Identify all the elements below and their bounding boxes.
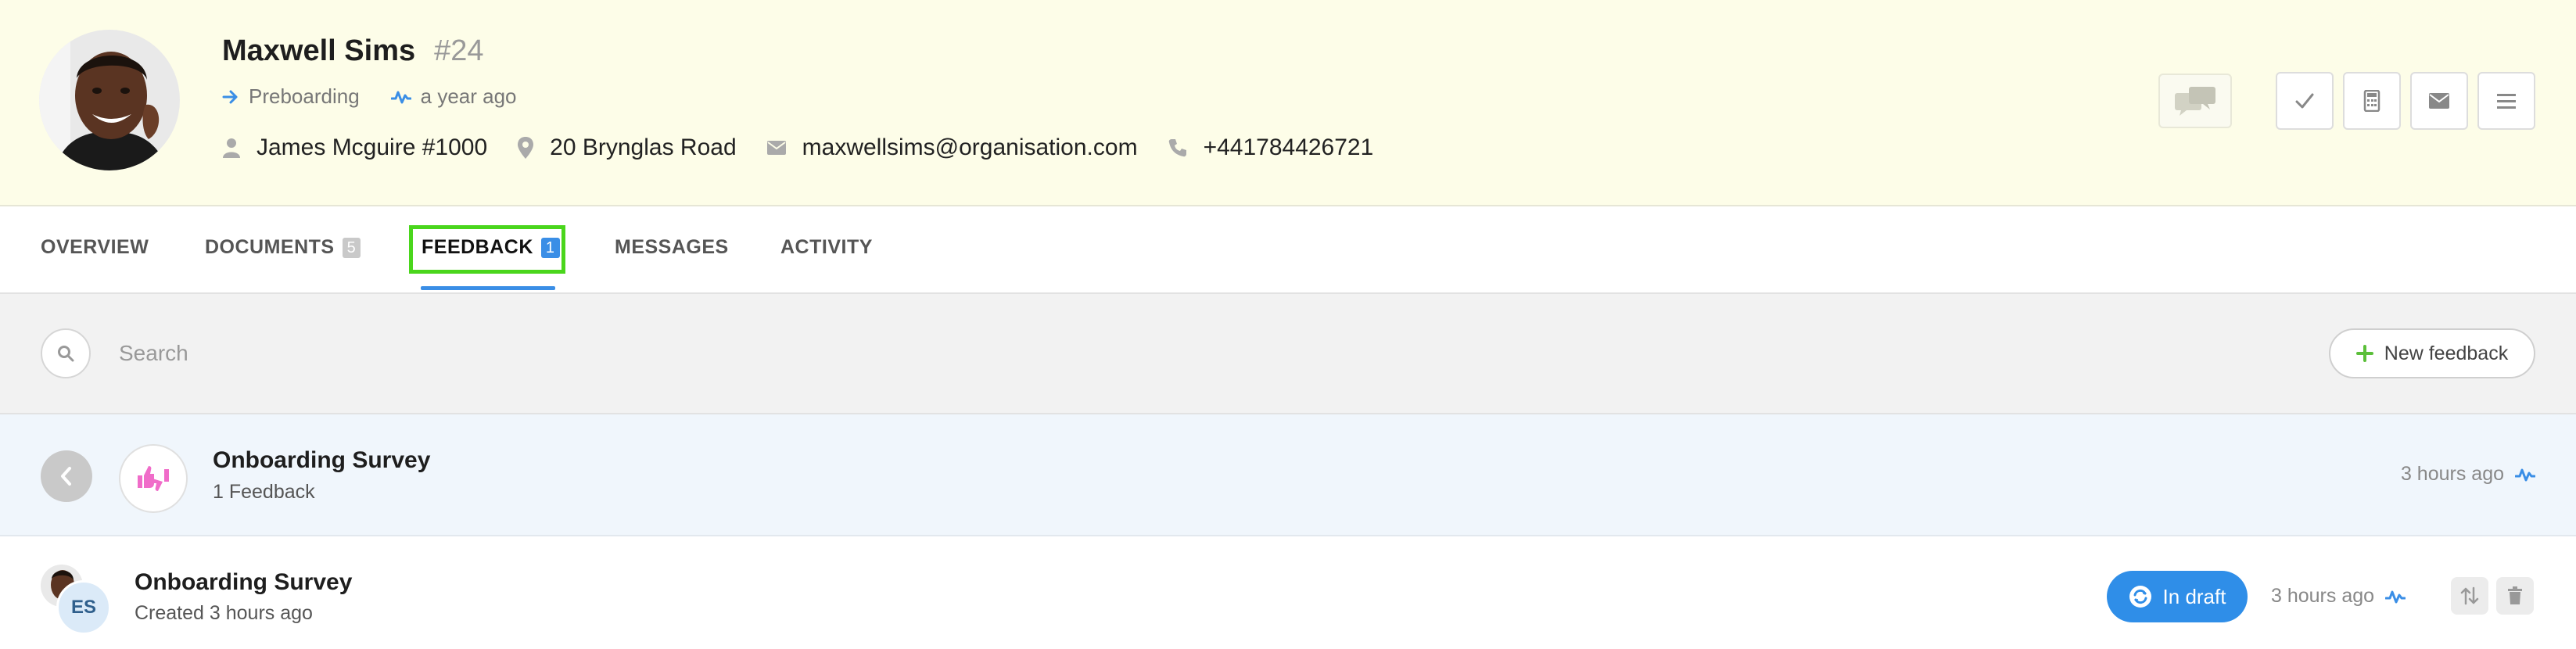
count-badge: 1 [540, 237, 560, 258]
calculator-icon [2363, 90, 2380, 112]
tab-feedback[interactable]: FEEDBACK 1 [422, 236, 560, 259]
tab-documents[interactable]: DOCUMENTS 5 [205, 236, 361, 259]
status-label: In draft [2162, 584, 2226, 608]
tab-label: OVERVIEW [41, 236, 149, 258]
sort-icon [2459, 586, 2480, 606]
calculator-button[interactable] [2343, 72, 2401, 130]
feedback-time-text: 3 hours ago [2271, 585, 2375, 607]
feedback-time: 3 hours ago [2271, 585, 2406, 608]
phone[interactable]: +441784426721 [1168, 134, 1374, 161]
manager[interactable]: James Mcguire #1000 [222, 134, 487, 161]
profile-name: Maxwell Sims [222, 34, 416, 67]
user-icon [222, 137, 241, 159]
tab-activity[interactable]: ACTIVITY [780, 236, 873, 259]
last-activity: a year ago [390, 84, 517, 109]
status-badge[interactable]: In draft [2107, 571, 2248, 622]
profile-name-line: Maxwell Sims #24 [222, 34, 484, 68]
menu-icon [2496, 92, 2517, 109]
plus-icon [2355, 345, 2373, 362]
chevron-left-icon [58, 466, 75, 486]
feedback-title: Onboarding Survey [135, 569, 353, 595]
survey-subtitle: 1 Feedback [213, 481, 315, 503]
tab-bar: OVERVIEW DOCUMENTS 5 FEEDBACK 1 MESSAGES… [0, 206, 2576, 294]
manager-name: James Mcguire #1000 [257, 134, 488, 160]
delete-button[interactable] [2496, 577, 2534, 615]
feedback-subtitle: Created 3 hours ago [135, 602, 313, 624]
check-icon [2294, 92, 2315, 109]
tab-label: DOCUMENTS [205, 236, 335, 258]
tab-label: FEEDBACK [422, 236, 533, 258]
back-button[interactable] [41, 450, 92, 502]
survey-time-text: 3 hours ago [2400, 463, 2504, 485]
new-feedback-button[interactable]: New feedback [2329, 328, 2535, 378]
survey-icon [119, 444, 188, 513]
avatar [39, 30, 180, 170]
active-tab-indicator [421, 286, 555, 290]
search-bar: New feedback [0, 294, 2576, 414]
tab-label: ACTIVITY [780, 236, 873, 258]
envelope-icon [766, 140, 787, 156]
complete-button[interactable] [2276, 72, 2334, 130]
email-text: maxwellsims@organisation.com [802, 134, 1138, 160]
new-feedback-label: New feedback [2384, 342, 2509, 364]
mail-button[interactable] [2410, 72, 2468, 130]
stage-label: Preboarding [249, 84, 360, 108]
profile-number: #24 [434, 34, 484, 67]
profile-header: Maxwell Sims #24 Preboarding a year ago … [0, 0, 2576, 206]
list-item[interactable]: ES Onboarding Survey Created 3 hours ago… [0, 536, 2576, 649]
activity-icon [2385, 589, 2406, 604]
profile-details: James Mcguire #1000 20 Brynglas Road max… [222, 134, 1403, 161]
stage: Preboarding [222, 84, 360, 109]
activity-label: a year ago [420, 84, 517, 108]
tab-label: MESSAGES [615, 236, 729, 258]
arrow-right-icon [222, 89, 239, 105]
profile-meta: Preboarding a year ago [222, 84, 548, 109]
refresh-icon [2129, 585, 2152, 608]
survey-title: Onboarding Survey [213, 447, 431, 473]
count-badge: 5 [342, 237, 361, 258]
address-text: 20 Brynglas Road [550, 134, 737, 160]
search-button[interactable] [41, 328, 91, 378]
menu-button[interactable] [2477, 72, 2535, 130]
survey-time: 3 hours ago [2401, 463, 2535, 486]
search-input[interactable] [117, 333, 1215, 374]
sort-button[interactable] [2451, 577, 2488, 615]
search-icon [57, 345, 74, 362]
chat-button[interactable] [2158, 74, 2232, 128]
chat-bubbles-icon [2173, 85, 2217, 117]
phone-icon [1168, 138, 1188, 158]
thumbs-icon [135, 463, 171, 494]
activity-icon [2515, 467, 2535, 482]
tab-messages[interactable]: MESSAGES [615, 236, 729, 259]
tab-overview[interactable]: OVERVIEW [41, 236, 149, 259]
avatar-initials: ES [56, 580, 111, 635]
mail-icon [2428, 92, 2450, 109]
email[interactable]: maxwellsims@organisation.com [766, 134, 1138, 161]
trash-icon [2506, 586, 2524, 606]
location-pin-icon [517, 136, 534, 160]
survey-group[interactable]: Onboarding Survey 1 Feedback 3 hours ago [0, 414, 2576, 536]
activity-icon [390, 89, 411, 105]
address: 20 Brynglas Road [517, 134, 737, 161]
phone-text: +441784426721 [1203, 134, 1374, 160]
